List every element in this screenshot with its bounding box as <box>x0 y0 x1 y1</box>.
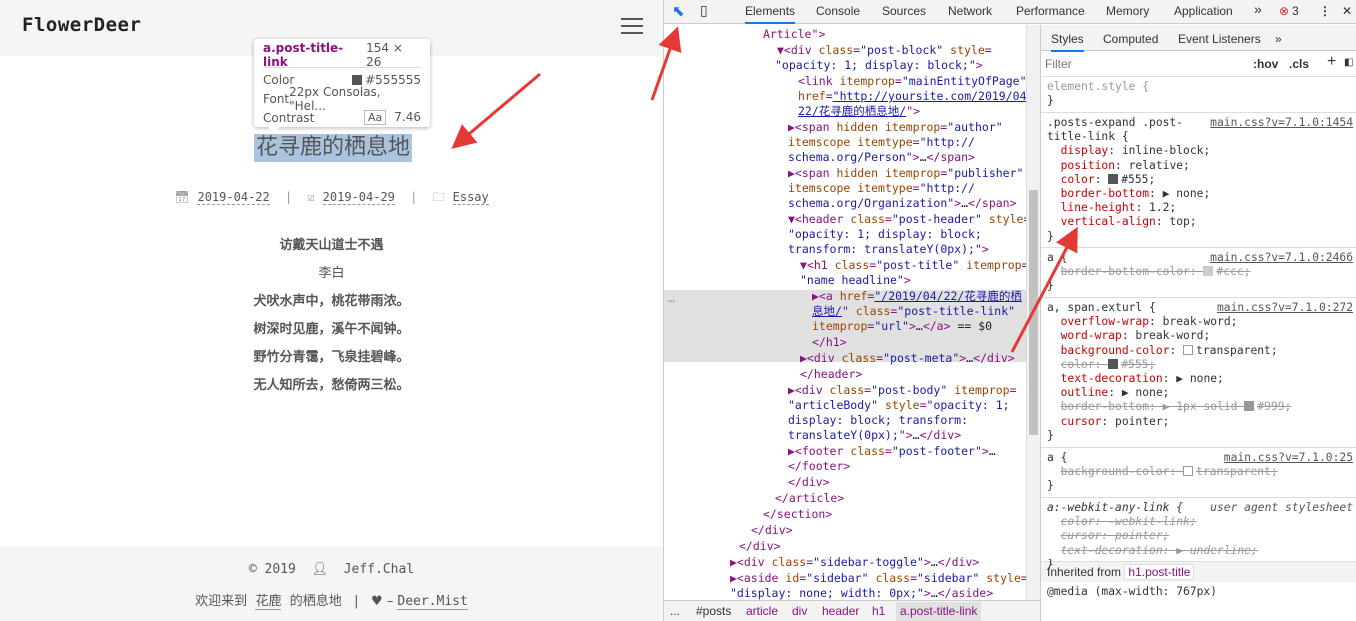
inspect-element-icon[interactable]: ⬉ <box>672 2 685 20</box>
hov-toggle[interactable]: :hov <box>1253 57 1278 71</box>
rule-a-bg: main.css?v=7.1.0:25 a { background-color:… <box>1041 448 1356 498</box>
breadcrumb-posts[interactable]: #posts <box>696 604 731 618</box>
copyright: © 2019 <box>248 562 296 577</box>
breadcrumb-ellipsis[interactable]: ... <box>670 604 680 618</box>
post-category-link[interactable]: Essay <box>452 190 489 205</box>
hamburger-menu-icon[interactable] <box>621 18 643 34</box>
breadcrumb-a-post-title-link[interactable]: a.post-title-link <box>896 602 982 621</box>
site-link[interactable]: 花鹿 <box>255 594 282 610</box>
rule-a-border: main.css?v=7.1.0:2466 a { border-bottom-c… <box>1041 248 1356 298</box>
breadcrumb: ... #posts article div header h1 a.post-… <box>664 600 1040 621</box>
poem-line: 犬吠水声中，桃花带雨浓。 <box>253 294 410 309</box>
style-rules: element.style { } main.css?v=7.1.0:1454.… <box>1041 77 1356 602</box>
poem-line: 无人知所去，愁倚两三松。 <box>253 378 410 393</box>
tooltip-font-value: 22px Consolas, "Hel... <box>289 84 381 113</box>
post-meta: 📅︎ 2019-04-22 | ☑ 2019-04-29 | 🗀 Essay <box>0 188 663 209</box>
tab-event-listeners[interactable]: Event Listeners <box>1178 32 1261 46</box>
breadcrumb-header[interactable]: header <box>822 604 859 618</box>
footer-separator: | <box>354 594 359 609</box>
folder-icon: 🗀 <box>432 190 445 204</box>
close-icon[interactable]: ✕ <box>1342 4 1352 18</box>
error-icon[interactable]: ⊗ <box>1279 4 1289 18</box>
breadcrumb-div[interactable]: div <box>792 604 807 618</box>
device-toggle-icon[interactable]: ▯ <box>700 2 708 19</box>
heart-icon: ♥ <box>370 594 383 609</box>
meta-separator: | <box>284 190 293 204</box>
tab-sources[interactable]: Sources <box>882 4 926 18</box>
post-updated-date: 2019-04-29 <box>322 190 395 205</box>
site-footer: © 2019 👤︎ Jeff.Chal 欢迎来到 花鹿 的栖息地 | ♥ – D… <box>0 546 663 621</box>
tab-styles[interactable]: Styles <box>1051 32 1084 52</box>
devtools-toolbar: ⬉ ▯ Elements Console Sources Network Per… <box>664 0 1356 24</box>
rule-webkit-any-link: user agent stylesheet a:-webkit-any-link … <box>1041 498 1356 571</box>
styles-filter-input[interactable] <box>1045 55 1241 73</box>
tooltip-font-label: Font <box>263 91 290 106</box>
rule-a-exturl: main.css?v=7.1.0:272 a, span.exturl { ove… <box>1041 298 1356 448</box>
tooltip-contrast-value: 7.46 <box>394 110 421 124</box>
blog-page: FlowerDeer a.post-title-link 154 × 26 Col… <box>0 0 663 621</box>
breadcrumb-article[interactable]: article <box>746 604 778 618</box>
error-count: 3 <box>1292 4 1299 18</box>
post-title-link[interactable]: 花寻鹿的栖息地 <box>254 134 413 162</box>
new-rule-icon[interactable]: + <box>1327 53 1336 71</box>
cls-toggle[interactable]: .cls <box>1289 57 1309 71</box>
welcome-tail: 的栖息地 <box>289 594 342 609</box>
tab-performance[interactable]: Performance <box>1016 4 1085 18</box>
rule-post-title-link: main.css?v=7.1.0:1454 .posts-expand .post… <box>1041 113 1356 248</box>
panel-toggle-icon[interactable]: ◧ <box>1344 57 1353 68</box>
footer-author: Jeff.Chal <box>343 562 415 577</box>
tab-network[interactable]: Network <box>948 4 992 18</box>
poem-author: 李白 <box>318 266 345 281</box>
more-tabs-icon[interactable]: » <box>1254 1 1262 17</box>
user-icon: 👤︎ <box>311 562 329 577</box>
elements-tree[interactable]: … Article"> ▼<div class="post-block" sty… <box>664 25 1026 600</box>
inspect-tooltip: a.post-title-link 154 × 26 Color #555555 F… <box>254 39 430 133</box>
media-query: @media (max-width: 767px) <box>1047 585 1218 599</box>
filter-bar: :hov .cls + ◧ <box>1041 51 1356 77</box>
breadcrumb-h1[interactable]: h1 <box>872 604 885 618</box>
more-subtabs-icon[interactable]: » <box>1275 32 1282 46</box>
contrast-aa-badge: Aa <box>364 110 387 125</box>
poem-title: 访戴天山道士不遇 <box>279 238 384 253</box>
inherited-header: Inherited from h1.post-title <box>1041 562 1356 583</box>
welcome-text: 欢迎来到 <box>195 594 248 609</box>
site-logo[interactable]: FlowerDeer <box>22 14 141 36</box>
post-created-date: 2019-04-22 <box>197 190 270 205</box>
calendar-icon: 📅︎ <box>174 190 190 204</box>
tab-memory[interactable]: Memory <box>1106 4 1149 18</box>
color-swatch-icon <box>352 74 363 85</box>
tab-application[interactable]: Application <box>1174 4 1233 18</box>
deer-mist-link[interactable]: Deer.Mist <box>397 594 468 610</box>
calendar-check-icon: ☑ <box>307 190 315 204</box>
kebab-menu-icon[interactable]: ⋮ <box>1319 4 1331 18</box>
inherited-label: Inherited from <box>1047 565 1122 579</box>
styles-pane: Styles Computed Event Listeners » :hov .… <box>1040 25 1356 621</box>
poem-line: 野竹分青霭，飞泉挂碧峰。 <box>253 350 410 365</box>
tab-elements[interactable]: Elements <box>745 4 796 24</box>
styles-subtabs: Styles Computed Event Listeners » <box>1041 25 1356 52</box>
inherited-selector[interactable]: h1.post-title <box>1124 564 1195 580</box>
tooltip-size: 154 × 26 <box>366 40 403 69</box>
poem-line: 树深时见鹿，溪午不闻钟。 <box>253 322 410 337</box>
footer-dash: – <box>386 594 394 609</box>
devtools-panel: ⬉ ▯ Elements Console Sources Network Per… <box>663 0 1356 621</box>
tooltip-contrast-label: Contrast <box>263 110 315 125</box>
meta-separator: | <box>410 190 418 204</box>
rule-element-style: element.style { } <box>1041 77 1356 113</box>
elements-scrollbar[interactable] <box>1026 25 1040 600</box>
tab-computed[interactable]: Computed <box>1103 32 1158 46</box>
tab-console[interactable]: Console <box>816 4 860 18</box>
tooltip-selector: a.post-title-link <box>263 40 344 69</box>
post-body: 访戴天山道士不遇 李白 犬吠水声中，桃花带雨浓。 树深时见鹿，溪午不闻钟。 野竹… <box>0 232 663 400</box>
